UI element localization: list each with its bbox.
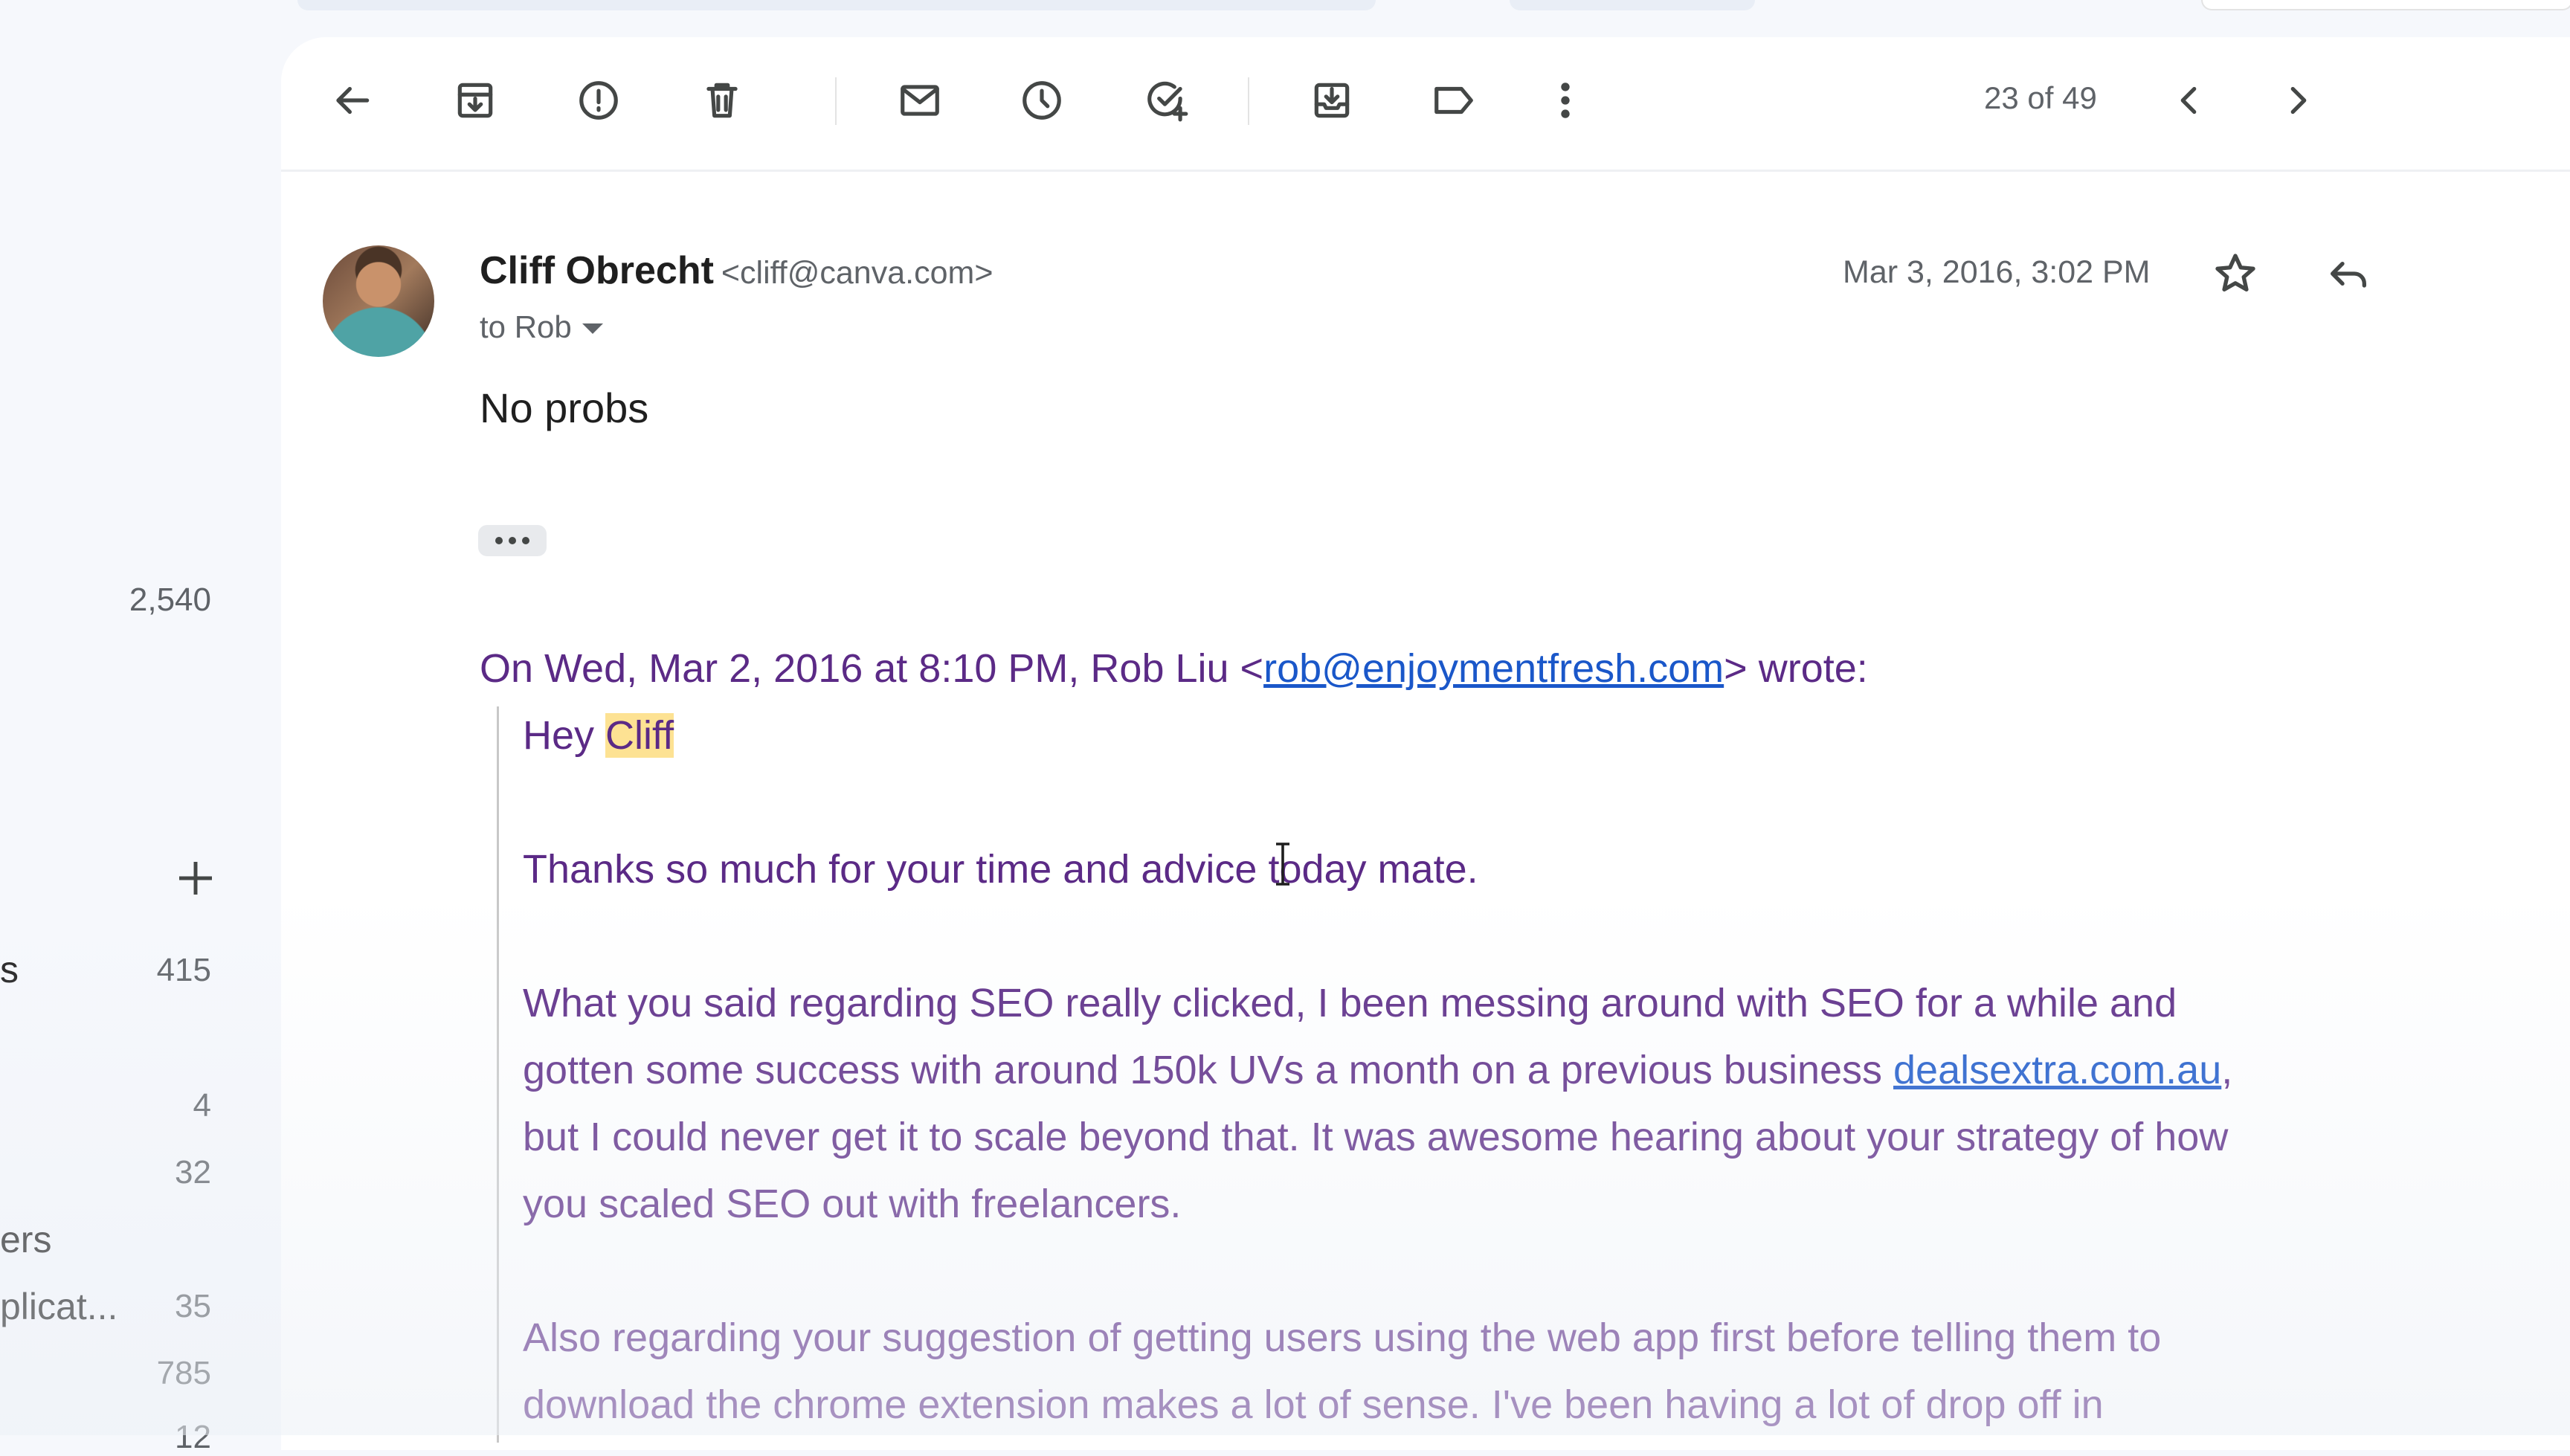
- mark-unread-icon: [901, 85, 939, 116]
- sidebar-count[interactable]: 2,540: [129, 582, 211, 619]
- quote-paragraph: download the chrome extension makes a lo…: [523, 1382, 2104, 1427]
- quote-paragraph: you scaled SEO out with freelancers.: [523, 1182, 1182, 1226]
- add-label-icon[interactable]: [171, 854, 220, 903]
- chevron-right-icon: [2290, 86, 2307, 115]
- more-button[interactable]: [1532, 67, 1599, 134]
- sidebar-item-label[interactable]: plicat...: [0, 1285, 117, 1328]
- account-area[interactable]: [2201, 0, 2570, 10]
- highlighted-name: Cliff: [605, 713, 674, 758]
- older-button[interactable]: [2265, 67, 2332, 134]
- pager-text: 23 of 49: [1984, 80, 2097, 115]
- archive-button[interactable]: [442, 67, 509, 134]
- quote-email-link[interactable]: rob@enjoymentfresh.com: [1263, 646, 1724, 691]
- reply-button[interactable]: [2319, 244, 2378, 303]
- sidebar-count[interactable]: 12: [175, 1419, 211, 1456]
- sidebar-count[interactable]: 785: [157, 1355, 211, 1392]
- back-icon: [336, 86, 370, 115]
- dealsextra-link[interactable]: dealsextra.com.au: [1893, 1048, 2221, 1092]
- snooze-icon: [1022, 81, 1061, 120]
- sidebar-count[interactable]: 415: [157, 952, 211, 989]
- quote-paragraph: Also regarding your suggestion of gettin…: [523, 1315, 2162, 1360]
- label-icon: [1434, 86, 1473, 115]
- chevron-left-icon: [2180, 86, 2197, 115]
- quote-text: ,: [2221, 1048, 2233, 1092]
- show-trimmed-content-button[interactable]: [478, 525, 547, 556]
- message-body: No probs: [480, 384, 649, 431]
- toolbar-divider: [1248, 77, 1249, 125]
- quote-paragraph: Thanks so much for your time and advice …: [523, 847, 1478, 892]
- quote-paragraph: but I could never get it to scale beyond…: [523, 1115, 2229, 1159]
- newer-button[interactable]: [2155, 67, 2222, 134]
- sender-name-line[interactable]: Cliff Obrecht <cliff@canva.com>: [480, 248, 993, 293]
- move-to-button[interactable]: [1298, 67, 1365, 134]
- quote-greeting: Hey Cliff: [523, 712, 674, 758]
- quote-attribution-suffix: > wrote:: [1724, 646, 1868, 691]
- recipients[interactable]: to Rob: [480, 309, 603, 345]
- sidebar-count[interactable]: 32: [175, 1154, 211, 1191]
- greeting-text: Hey: [523, 713, 606, 758]
- sidebar: 2,540 s 415 4 32 ers plicat... 35 785 12: [0, 0, 275, 1455]
- add-task-icon: [1147, 81, 1188, 122]
- sidebar-count[interactable]: 4: [193, 1087, 211, 1124]
- star-button[interactable]: [2206, 244, 2265, 303]
- report-spam-icon: [579, 81, 618, 120]
- text-cursor-icon: [1276, 843, 1289, 886]
- quote-text: gotten some success with around 150k UVs…: [523, 1048, 1894, 1092]
- delete-button[interactable]: [689, 67, 756, 134]
- search-options[interactable]: [1510, 0, 1755, 10]
- move-to-icon: [1314, 83, 1350, 118]
- toolbar: 23 of 49: [281, 37, 2570, 172]
- label-button[interactable]: [1420, 67, 1487, 134]
- search-bar[interactable]: [297, 0, 1376, 10]
- quote-attribution: On Wed, Mar 2, 2016 at 8:10 PM, Rob Liu …: [480, 645, 1868, 692]
- ellipsis-icon: [509, 537, 516, 544]
- snooze-button[interactable]: [1008, 67, 1075, 134]
- sender-name[interactable]: Cliff Obrecht: [480, 249, 714, 292]
- sender-email: <cliff@canva.com>: [721, 255, 993, 291]
- quote-bar: [497, 706, 499, 1443]
- ellipsis-icon: [495, 537, 503, 544]
- more-icon: [1561, 83, 1570, 118]
- star-icon: [2215, 254, 2255, 291]
- reply-icon: [2331, 262, 2366, 288]
- quote-paragraph: What you said regarding SEO really click…: [523, 981, 2177, 1025]
- toolbar-divider: [835, 77, 837, 125]
- quote-paragraph: gotten some success with around 150k UVs…: [523, 1047, 2232, 1093]
- recipients-label: to Rob: [480, 309, 572, 344]
- ellipsis-icon: [522, 537, 529, 544]
- sidebar-count[interactable]: 35: [175, 1288, 211, 1325]
- quote-attribution-prefix: On Wed, Mar 2, 2016 at 8:10 PM, Rob Liu …: [480, 646, 1264, 691]
- sender-avatar[interactable]: [323, 245, 434, 357]
- report-spam-button[interactable]: [565, 67, 632, 134]
- add-task-button[interactable]: [1133, 67, 1200, 134]
- sidebar-item-label[interactable]: s: [0, 948, 19, 991]
- delete-icon: [706, 83, 738, 118]
- mark-unread-button[interactable]: [886, 67, 953, 134]
- archive-icon: [457, 83, 493, 118]
- message-date: Mar 3, 2016, 3:02 PM: [1843, 254, 2151, 290]
- back-button[interactable]: [318, 67, 385, 134]
- sidebar-item-label[interactable]: ers: [0, 1218, 51, 1261]
- chevron-down-icon[interactable]: [582, 323, 603, 334]
